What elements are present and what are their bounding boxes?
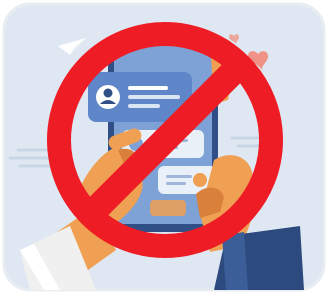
no-phone-illustration bbox=[0, 0, 329, 295]
illustration-svg bbox=[2, 2, 326, 292]
